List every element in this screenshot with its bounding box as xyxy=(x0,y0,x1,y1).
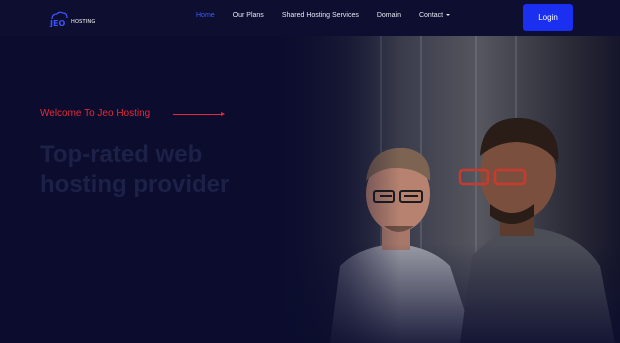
hero-headline: Top-rated web hosting provider xyxy=(40,141,230,198)
nav-contact[interactable]: Contact xyxy=(418,12,451,19)
hero-section: Welcome To Jeo Hosting Top-rated web hos… xyxy=(0,36,620,343)
caret-down-icon xyxy=(446,14,451,17)
nav-contact-label: Contact xyxy=(418,12,444,19)
nav-shared-hosting-services[interactable]: Shared Hosting Services xyxy=(282,12,359,19)
brand-logo[interactable]: JEO HOSTING xyxy=(48,9,95,27)
nav-home[interactable]: Home xyxy=(196,12,215,19)
login-button[interactable]: Login xyxy=(523,4,573,31)
logo-letters: JEO xyxy=(49,19,65,27)
main-nav: Home Our Plans Shared Hosting Services D… xyxy=(196,12,468,19)
logo-word: HOSTING xyxy=(71,19,96,25)
welcome-arrow-line xyxy=(173,114,223,115)
cloud-server-icon: JEO xyxy=(48,11,70,27)
nav-our-plans[interactable]: Our Plans xyxy=(233,12,264,19)
top-navbar: JEO HOSTING Home Our Plans Shared Hostin… xyxy=(0,0,620,36)
arrow-right-icon xyxy=(221,112,225,116)
nav-domain[interactable]: Domain xyxy=(377,12,401,19)
welcome-tagline: Welcome To Jeo Hosting xyxy=(40,108,151,119)
hero-fade-bottom xyxy=(270,243,620,343)
